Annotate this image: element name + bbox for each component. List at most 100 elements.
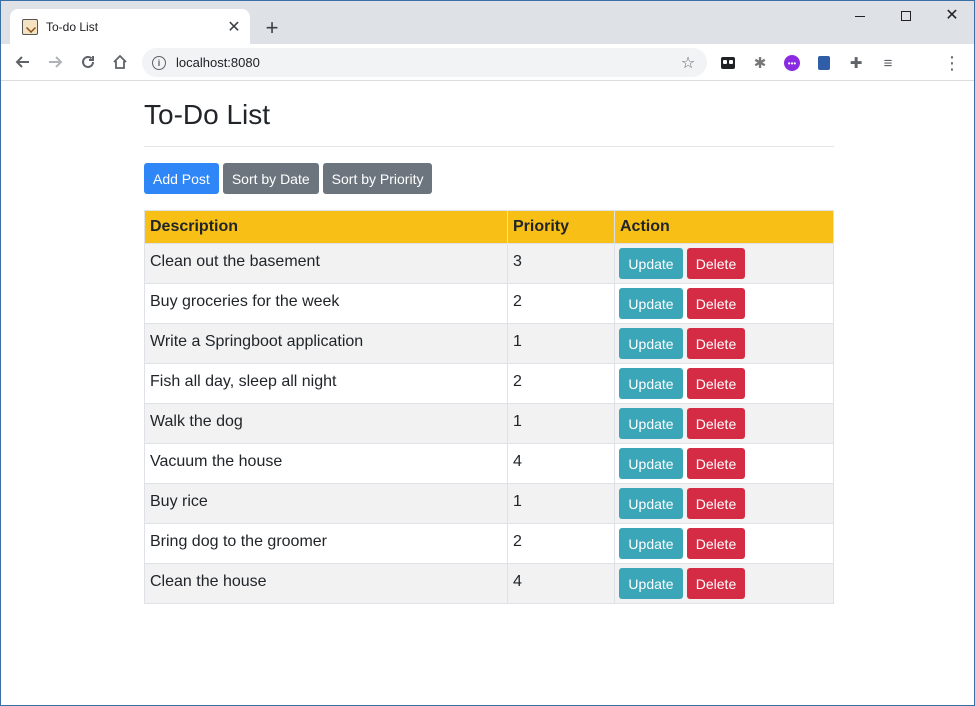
cell-description: Write a Springboot application [144,323,508,364]
cell-actions: Update Delete [614,403,834,444]
tab-close-icon[interactable]: ✕ [224,17,244,37]
table-row: Fish all day, sleep all night 2 Update Dele… [144,363,834,404]
update-button[interactable]: Update [619,528,683,559]
header-action: Action [614,210,834,244]
bookmark-star-icon[interactable]: ☆ [675,53,701,73]
table-row: Walk the dog 1 Update Delete [144,403,834,444]
cell-priority: 4 [507,563,615,604]
cell-actions: Update Delete [614,523,834,564]
cell-priority: 4 [507,443,615,484]
minimize-button[interactable] [837,1,883,31]
divider [144,146,834,147]
delete-button[interactable]: Delete [687,368,745,399]
extension-button-1[interactable] [717,52,739,74]
favicon-icon [22,18,38,35]
cell-description: Clean the house [144,563,508,604]
delete-button[interactable]: Delete [687,248,745,279]
update-button[interactable]: Update [619,248,683,279]
row-actions: Update Delete [619,408,829,439]
reload-button[interactable] [75,49,101,75]
extension-icon [818,56,830,70]
address-bar[interactable]: i localhost:8080 ☆ [142,48,707,77]
url-text[interactable]: localhost:8080 [176,55,675,70]
update-button[interactable]: Update [619,488,683,519]
cell-priority: 1 [507,323,615,364]
minimize-icon [855,15,865,17]
maximize-button[interactable] [883,1,929,31]
cell-actions: Update Delete [614,243,834,284]
playlist-icon: ≡ [883,54,893,72]
delete-button[interactable]: Delete [687,288,745,319]
cell-actions: Update Delete [614,283,834,324]
table-row: Clean out the basement 3 Update Delete [144,243,834,284]
cell-actions: Update Delete [614,323,834,364]
delete-button[interactable]: Delete [687,568,745,599]
row-actions: Update Delete [619,568,829,599]
update-button[interactable]: Update [619,448,683,479]
cell-actions: Update Delete [614,483,834,524]
browser-toolbar: i localhost:8080 ☆ ✱ ••• ✚ ≡ ⋮ [1,44,974,81]
site-info-icon[interactable]: i [152,55,166,70]
browser-tab[interactable]: To-do List ✕ [10,9,250,44]
cell-priority: 1 [507,403,615,444]
main-container: To-Do List Add Post Sort by Date Sort by… [144,82,834,604]
close-window-button[interactable]: ✕ [929,1,974,31]
back-button[interactable] [10,49,36,75]
row-actions: Update Delete [619,488,829,519]
forward-button[interactable] [42,49,68,75]
delete-button[interactable]: Delete [687,448,745,479]
bug-icon: ✱ [753,55,767,72]
todo-table: Description Priority Action Clean out th… [144,210,834,604]
delete-button[interactable]: Delete [687,528,745,559]
update-button[interactable]: Update [619,568,683,599]
row-actions: Update Delete [619,328,829,359]
back-arrow-icon [15,56,29,68]
kebab-menu-icon: ⋮ [943,52,961,73]
home-button[interactable] [107,49,133,75]
cell-actions: Update Delete [614,363,834,404]
page-title: To-Do List [144,99,271,130]
close-icon: ✕ [945,7,959,24]
table-row: Bring dog to the groomer 2 Update Delete [144,523,834,564]
update-button[interactable]: Update [619,288,683,319]
maximize-icon [901,11,911,21]
delete-button[interactable]: Delete [687,328,745,359]
row-actions: Update Delete [619,528,829,559]
sort-by-date-button[interactable]: Sort by Date [222,163,319,194]
table-body: Clean out the basement 3 Update Delete Buy g… [144,243,834,604]
forward-arrow-icon [49,56,63,68]
header-priority: Priority [507,210,615,244]
home-icon [113,54,127,69]
row-actions: Update Delete [619,368,829,399]
delete-button[interactable]: Delete [687,408,745,439]
cell-description: Vacuum the house [144,443,508,484]
table-row: Buy rice 1 Update Delete [144,483,834,524]
update-button[interactable]: Update [619,328,683,359]
cell-priority: 3 [507,243,615,284]
cell-priority: 2 [507,523,615,564]
cell-priority: 1 [507,483,615,524]
update-button[interactable]: Update [619,368,683,399]
reading-list-button[interactable]: ≡ [877,52,899,74]
cell-description: Buy groceries for the week [144,283,508,324]
puzzle-icon: ✚ [849,55,863,72]
cell-description: Clean out the basement [144,243,508,284]
delete-button[interactable]: Delete [687,488,745,519]
extension-button-2[interactable]: ✱ [749,52,771,74]
extension-button-3[interactable]: ••• [781,52,803,74]
table-row: Clean the house 4 Update Delete [144,563,834,604]
row-actions: Update Delete [619,288,829,319]
sort-by-priority-button[interactable]: Sort by Priority [322,163,433,194]
update-button[interactable]: Update [619,408,683,439]
extension-button-4[interactable] [813,52,835,74]
header-description: Description [144,210,508,244]
new-tab-button[interactable]: + [259,15,285,41]
table-header-row: Description Priority Action [144,210,834,244]
add-post-button[interactable]: Add Post [144,163,219,194]
browser-menu-button[interactable]: ⋮ [941,52,963,74]
page-content: To-Do List Add Post Sort by Date Sort by… [1,82,974,705]
table-row: Write a Springboot application 1 Update Del… [144,323,834,364]
tab-strip: To-do List ✕ + ✕ [1,1,974,44]
extensions-menu-button[interactable]: ✚ [845,52,867,74]
cell-description: Bring dog to the groomer [144,523,508,564]
